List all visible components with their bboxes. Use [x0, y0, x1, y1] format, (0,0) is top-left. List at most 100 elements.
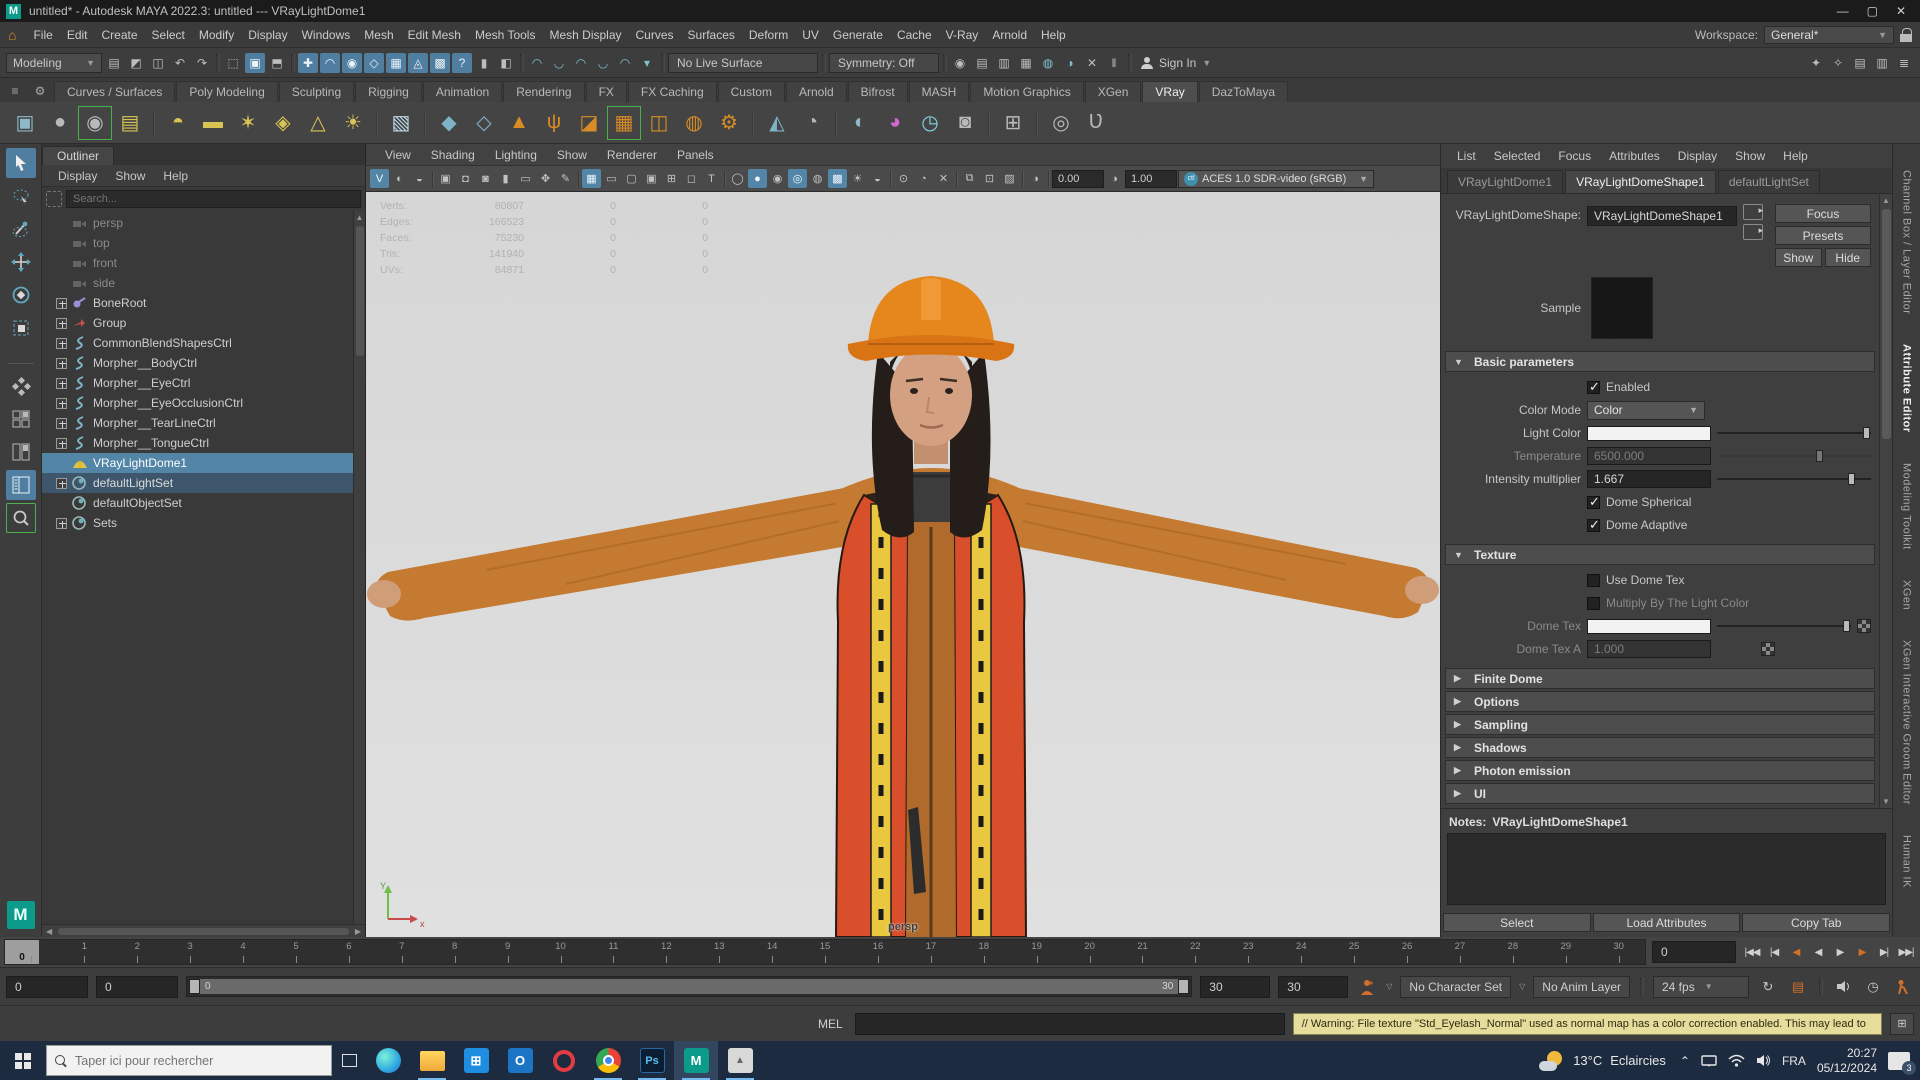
menu-deform[interactable]: Deform	[742, 28, 795, 42]
step-back-key-icon[interactable]: ◀	[1786, 941, 1806, 963]
vray-material-icon[interactable]: ●	[45, 108, 75, 138]
outliner-menu-help[interactable]: Help	[155, 169, 196, 183]
section-sampling[interactable]: ▶ Sampling	[1445, 714, 1875, 735]
expand-icon[interactable]	[56, 317, 67, 329]
lasso-select-tool[interactable]	[6, 181, 36, 211]
shelf-tab-rigging[interactable]: Rigging	[355, 81, 422, 102]
viewport-menu-show[interactable]: Show	[548, 148, 596, 162]
menu-mesh[interactable]: Mesh	[357, 28, 400, 42]
play-backwards-icon[interactable]: ◀	[1808, 941, 1828, 963]
weather-widget[interactable]: 13°C Eclaircies	[1539, 1050, 1666, 1071]
timeline-track[interactable]: 0 0 1 2 3 4 5 6 7 8 9 10 11 12 13 14 15 16 17 18 19 20 21 22 23…	[4, 939, 1646, 965]
timeline-frame-16[interactable]: 16	[852, 940, 905, 964]
timeline-frame-7[interactable]: 7	[375, 940, 428, 964]
lighting-toggle-icon[interactable]: ◐	[390, 169, 409, 188]
taskbar-search[interactable]	[46, 1045, 332, 1076]
outliner-item-front[interactable]: front	[42, 253, 353, 273]
workspace-dropdown[interactable]: General* ▼	[1764, 25, 1894, 44]
vray-object-props-icon[interactable]: ◫	[644, 108, 674, 138]
select-camera-icon[interactable]: ▣	[436, 169, 455, 188]
xray-icon[interactable]: ◔	[914, 169, 933, 188]
timeline-frame-4[interactable]: 4	[217, 940, 270, 964]
timeline-frame-3[interactable]: 3	[164, 940, 217, 964]
photoshop-icon[interactable]: Ps	[630, 1041, 674, 1080]
timeline-frame-17[interactable]: 17	[904, 940, 957, 964]
exposure-icon[interactable]: ◑	[1026, 169, 1045, 188]
menu-file[interactable]: File	[26, 28, 59, 42]
dome-tex-map-icon[interactable]	[1857, 619, 1871, 633]
history-icon-3[interactable]: ◠	[571, 53, 591, 73]
vray-v-icon[interactable]: Ʋ	[1081, 108, 1111, 138]
vray-ies-light-icon[interactable]: △	[303, 108, 333, 138]
scroll-left-icon[interactable]: ◀	[42, 927, 56, 936]
timeline-frame-5[interactable]: 5	[270, 940, 323, 964]
shadows-toggle-icon[interactable]: ◒	[410, 169, 429, 188]
lights-icon[interactable]: ☀	[848, 169, 867, 188]
camera-attributes-icon[interactable]: ◙	[476, 169, 495, 188]
timeline-frame-2[interactable]: 2	[111, 940, 164, 964]
shelf-tab-bifrost[interactable]: Bifrost	[847, 81, 908, 102]
timeline-frame-24[interactable]: 24	[1275, 940, 1328, 964]
layout-four-pane-button[interactable]	[6, 404, 36, 434]
channelbox-layout-icon[interactable]: ▤	[1850, 53, 1870, 73]
character-set-dropdown[interactable]: No Character Set	[1400, 975, 1512, 998]
outliner-item-commonblendshapesctrl[interactable]: CommonBlendShapesCtrl	[42, 333, 353, 353]
scroll-up-icon[interactable]: ▲	[1882, 194, 1890, 207]
panel-tab-xgen-interactive-groom-editor[interactable]: XGen Interactive Groom Editor	[1901, 640, 1913, 805]
shelf-tab-animation[interactable]: Animation	[422, 81, 503, 102]
modeling-toolkit-icon[interactable]: ✦	[1806, 53, 1826, 73]
scale-tool[interactable]	[6, 313, 36, 343]
notes-textarea[interactable]	[1447, 833, 1886, 905]
menu-cache[interactable]: Cache	[890, 28, 939, 42]
shape-node-name-field[interactable]: VRayLightDomeShape1	[1587, 206, 1737, 226]
dome-adaptive-checkbox[interactable]	[1587, 517, 1600, 533]
expand-icon[interactable]	[56, 357, 67, 369]
ae-tab-vraylightdomeshape1[interactable]: VRayLightDomeShape1	[1565, 170, 1716, 193]
grid-icon[interactable]: ▦	[582, 169, 601, 188]
enabled-checkbox[interactable]	[1587, 379, 1600, 395]
new-scene-icon[interactable]: ▤	[104, 53, 124, 73]
joints-xray-icon[interactable]: ✕	[934, 169, 953, 188]
gamma-icon[interactable]: ◑	[1105, 169, 1124, 188]
ambient-occlusion-icon[interactable]: ▩	[828, 169, 847, 188]
ae-tab-vraylightdome1[interactable]: VRayLightDome1	[1447, 170, 1564, 193]
light-color-slider[interactable]	[1717, 426, 1871, 440]
opera-icon[interactable]	[542, 1041, 586, 1080]
vray-volume-icon[interactable]: ◭	[762, 108, 792, 138]
notification-center-icon[interactable]: 3	[1888, 1051, 1916, 1075]
dome-tex-a-field[interactable]: 1.000	[1587, 640, 1711, 658]
field-chart-icon[interactable]: ⊞	[662, 169, 681, 188]
outliner-item-defaultlightset[interactable]: defaultLightSet	[42, 473, 353, 493]
attribute-editor-scrollbar[interactable]: ▲ ▼	[1879, 194, 1892, 808]
select-highlight-icon[interactable]: ▨	[1000, 169, 1019, 188]
scrollbar-thumb[interactable]	[58, 927, 349, 935]
shelf-tab-fx-caching[interactable]: FX Caching	[627, 81, 717, 102]
menu-windows[interactable]: Windows	[295, 28, 358, 42]
vray-toolbelt-icon[interactable]: ◎	[1046, 108, 1076, 138]
timeline-frame-23[interactable]: 23	[1222, 940, 1275, 964]
outliner-title[interactable]: Outliner	[42, 146, 115, 165]
expand-icon[interactable]	[56, 417, 67, 429]
vray-bake-icon[interactable]: ◔	[797, 108, 827, 138]
section-options[interactable]: ▶ Options	[1445, 691, 1875, 712]
viewport-canvas[interactable]: Verts: 80807 0 0 Edges: 166523 0 0 Faces: 75230 0 0…	[366, 192, 1440, 937]
section-photon-emission[interactable]: ▶ Photon emission	[1445, 760, 1875, 781]
ae-menu-show[interactable]: Show	[1727, 149, 1773, 163]
show-button[interactable]: Show	[1775, 248, 1822, 267]
history-icon-2[interactable]: ◡	[549, 53, 569, 73]
shelf-tab-fx[interactable]: FX	[585, 81, 627, 102]
timeline-frame-27[interactable]: 27	[1433, 940, 1486, 964]
outliner-vertical-scrollbar[interactable]: ▲	[353, 211, 365, 924]
timeline-frame-18[interactable]: 18	[957, 940, 1010, 964]
filter-icon[interactable]	[46, 191, 62, 207]
section-ui[interactable]: ▶ UI	[1445, 783, 1875, 804]
paint-select-tool[interactable]	[6, 214, 36, 244]
menu-mesh-display[interactable]: Mesh Display	[542, 28, 628, 42]
dome-tex-a-map-icon[interactable]	[1761, 642, 1775, 656]
layout-two-pane-button[interactable]	[6, 437, 36, 467]
timeline-frame-30[interactable]: 30	[1592, 940, 1645, 964]
timeline-frame-9[interactable]: 9	[481, 940, 534, 964]
scrollbar-thumb[interactable]	[1881, 209, 1891, 439]
shelf-tab-arnold[interactable]: Arnold	[785, 81, 847, 102]
animation-start-field[interactable]: 0	[6, 975, 88, 998]
